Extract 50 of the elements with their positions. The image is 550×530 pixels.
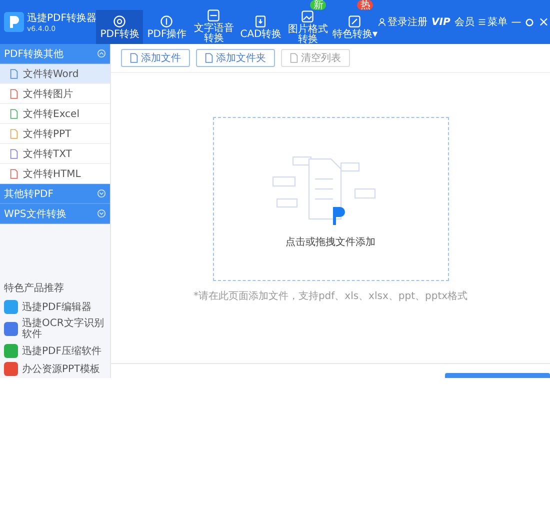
section-title: 特色产品推荐 xyxy=(3,282,65,296)
sidebar-group[interactable]: WPS文件转换 xyxy=(0,204,110,224)
nav-tab[interactable]: PDF转换 xyxy=(96,10,144,44)
user-icon xyxy=(378,18,386,26)
close-button[interactable]: × xyxy=(538,14,550,30)
sidebar-item[interactable]: 文件转Word xyxy=(0,64,110,84)
file-icon xyxy=(290,53,298,63)
menu-button[interactable]: 菜单 xyxy=(478,15,508,29)
sidebar-item[interactable]: 文件转图片 xyxy=(0,84,110,104)
sidebar-group[interactable]: 其他转PDF xyxy=(0,184,110,204)
format-note: *请在此页面添加文件，支持pdf、xls、xlsx、ppt、pptx格式 xyxy=(193,290,468,303)
sidebar-group[interactable]: PDF转换其他 xyxy=(0,44,110,64)
frame-icon xyxy=(207,9,220,22)
nav-tab[interactable]: 文字语音转换 xyxy=(190,9,238,44)
vip-logo: VIP xyxy=(431,16,450,28)
product-link[interactable]: 迅捷OCR文字识别软件 xyxy=(0,316,110,342)
login-link[interactable]: 登录注册 xyxy=(378,15,428,29)
nav-tab[interactable]: 特色转换▾ xyxy=(331,10,378,44)
vip-link[interactable]: 会员 xyxy=(454,15,474,29)
file-icon xyxy=(130,53,138,63)
settings-icon[interactable] xyxy=(525,18,534,26)
disc-icon xyxy=(113,14,126,28)
sidebar-item[interactable]: 文件转Excel xyxy=(0,104,110,124)
sidebar-item[interactable]: 文件转TXT xyxy=(0,144,110,164)
nav-tab[interactable]: CAD转换 xyxy=(237,10,284,44)
toolbar-button[interactable]: 添加文件夹 xyxy=(196,49,275,67)
document-icon xyxy=(254,14,268,28)
file-icon xyxy=(205,53,213,63)
minimize-button[interactable]: — xyxy=(511,16,522,28)
ring-icon xyxy=(160,14,174,28)
nav-tab[interactable]: PDF操作 xyxy=(143,10,190,44)
app-logo-icon xyxy=(4,12,24,32)
product-link[interactable]: 办公资源PPT模板 xyxy=(0,360,110,378)
menu-icon xyxy=(478,18,486,26)
app-title: 迅捷PDF转换器 xyxy=(27,12,96,25)
nav-badge: 热 xyxy=(357,0,374,10)
sidebar-item[interactable]: 文件转HTML xyxy=(0,164,110,184)
nav-tab[interactable]: 图片格式转换 xyxy=(284,10,332,45)
toolbar-button[interactable]: 添加文件 xyxy=(121,49,190,67)
start-button[interactable] xyxy=(445,373,550,378)
chevron-icon xyxy=(97,49,106,58)
chevron-icon xyxy=(97,189,106,198)
product-link[interactable]: 迅捷PDF压缩软件 xyxy=(0,342,110,360)
product-link[interactable]: 迅捷PDF编辑器 xyxy=(0,298,110,316)
sidebar-item[interactable]: 文件转PPT xyxy=(0,124,110,144)
drop-label: 点击或拖拽文件添加 xyxy=(286,236,376,249)
image-icon xyxy=(301,10,314,23)
chevron-icon xyxy=(97,209,106,218)
edit-icon xyxy=(348,14,362,28)
drop-zone[interactable]: 点击或拖拽文件添加 xyxy=(212,117,448,281)
